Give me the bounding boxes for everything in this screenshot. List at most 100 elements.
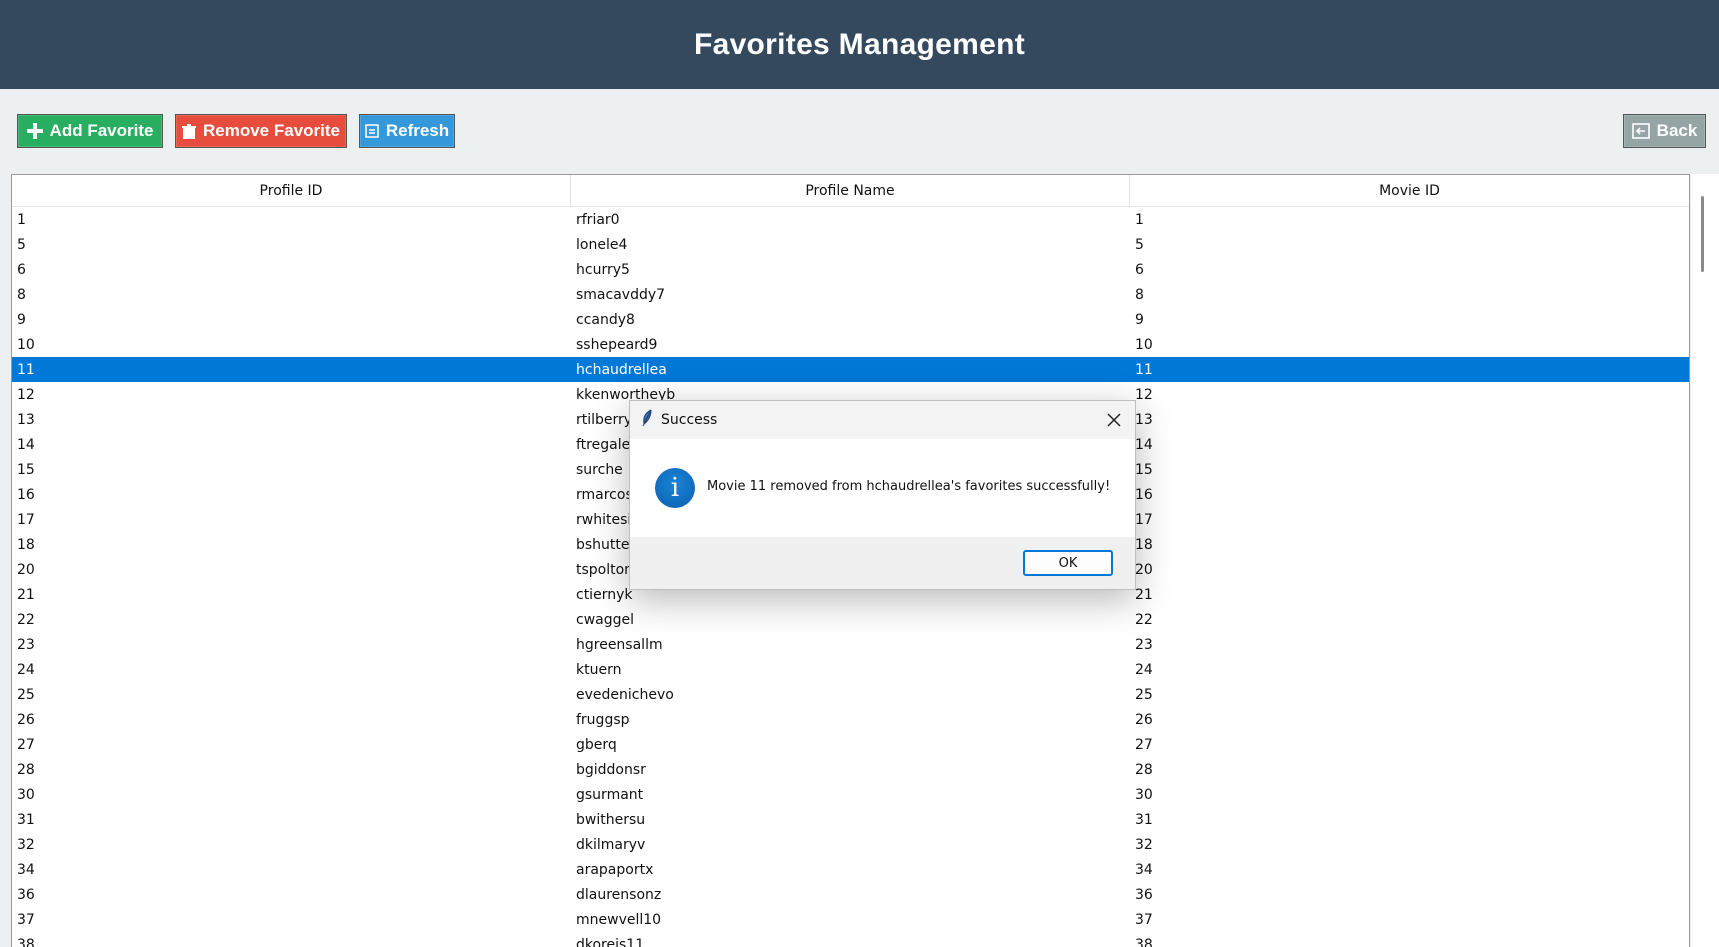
scrollbar-thumb[interactable] xyxy=(1701,196,1704,272)
add-favorite-label: Add Favorite xyxy=(49,121,154,140)
dialog-footer: OK xyxy=(630,537,1135,589)
table-row[interactable]: 11 hchaudrellea 11 xyxy=(12,357,1689,382)
cell-profile-id: 1 xyxy=(17,211,26,228)
cell-profile-id: 38 xyxy=(17,936,35,947)
add-favorite-button[interactable]: Add Favorite xyxy=(17,114,163,148)
refresh-button[interactable]: Refresh xyxy=(359,114,455,148)
app-header: Favorites Management xyxy=(0,0,1719,89)
cell-profile-name: gberq xyxy=(576,736,617,753)
cell-profile-id: 27 xyxy=(17,736,35,753)
cell-profile-name: cwaggel xyxy=(576,611,635,628)
cell-movie-id: 30 xyxy=(1135,786,1153,803)
cell-profile-id: 37 xyxy=(17,911,35,928)
cell-movie-id: 14 xyxy=(1135,436,1153,453)
cell-profile-name: hcurry5 xyxy=(576,261,630,278)
table-row[interactable]: 22 cwaggel 22 xyxy=(12,607,1689,632)
cell-movie-id: 17 xyxy=(1135,511,1153,528)
table-row[interactable]: 26 fruggsp 26 xyxy=(12,707,1689,732)
cell-movie-id: 8 xyxy=(1135,286,1144,303)
cell-movie-id: 13 xyxy=(1135,411,1153,428)
back-button[interactable]: Back xyxy=(1623,114,1706,148)
back-arrow-icon xyxy=(1631,123,1650,139)
cell-profile-id: 8 xyxy=(17,286,26,303)
column-header-movie-id[interactable]: Movie ID xyxy=(1130,175,1689,206)
cell-movie-id: 27 xyxy=(1135,736,1153,753)
cell-profile-id: 6 xyxy=(17,261,26,278)
cell-profile-id: 28 xyxy=(17,761,35,778)
table-row[interactable]: 9 ccandy8 9 xyxy=(12,307,1689,332)
cell-profile-name: fruggsp xyxy=(576,711,630,728)
cell-profile-id: 18 xyxy=(17,536,35,553)
cell-profile-name: dlaurensonz xyxy=(576,886,662,903)
table-row[interactable]: 5 lonele4 5 xyxy=(12,232,1689,257)
cell-movie-id: 38 xyxy=(1135,936,1153,947)
cell-movie-id: 5 xyxy=(1135,236,1144,253)
cell-movie-id: 6 xyxy=(1135,261,1144,278)
cell-profile-id: 23 xyxy=(17,636,35,653)
cell-profile-id: 32 xyxy=(17,836,35,853)
cell-profile-id: 31 xyxy=(17,811,35,828)
table-row[interactable]: 31 bwithersu 31 xyxy=(12,807,1689,832)
cell-movie-id: 25 xyxy=(1135,686,1153,703)
cell-profile-id: 22 xyxy=(17,611,35,628)
cell-movie-id: 11 xyxy=(1135,361,1153,378)
column-header-profile-id[interactable]: Profile ID xyxy=(12,175,571,206)
table-row[interactable]: 24 ktuern 24 xyxy=(12,657,1689,682)
dialog-titlebar: Success xyxy=(630,401,1135,439)
table-row[interactable]: 37 mnewvell10 37 xyxy=(12,907,1689,932)
table-row[interactable]: 30 gsurmant 30 xyxy=(12,782,1689,807)
cell-profile-name: ktuern xyxy=(576,661,622,678)
ok-button[interactable]: OK xyxy=(1023,550,1113,576)
table-row[interactable]: 6 hcurry5 6 xyxy=(12,257,1689,282)
table-row[interactable]: 36 dlaurensonz 36 xyxy=(12,882,1689,907)
cell-movie-id: 12 xyxy=(1135,386,1153,403)
cell-profile-name: hchaudrellea xyxy=(576,361,667,378)
cell-profile-name: bwithersu xyxy=(576,811,646,828)
cell-movie-id: 36 xyxy=(1135,886,1153,903)
table-scrollbar[interactable] xyxy=(1691,174,1719,947)
dialog-message: Movie 11 removed from hchaudrellea's fav… xyxy=(707,479,1111,494)
close-icon[interactable] xyxy=(1099,405,1129,435)
cell-profile-name: rfriar0 xyxy=(576,211,620,228)
table-row[interactable]: 8 smacavddy7 8 xyxy=(12,282,1689,307)
table-row[interactable]: 25 evedenichevo 25 xyxy=(12,682,1689,707)
cell-profile-id: 5 xyxy=(17,236,26,253)
table-row[interactable]: 38 dkoreis11 38 xyxy=(12,932,1689,947)
trash-icon xyxy=(182,123,196,139)
dialog-title: Success xyxy=(661,412,718,428)
cell-profile-name: evedenichevo xyxy=(576,686,674,703)
table-row[interactable]: 27 gberq 27 xyxy=(12,732,1689,757)
cell-profile-name: lonele4 xyxy=(576,236,628,253)
cell-profile-id: 17 xyxy=(17,511,35,528)
cell-profile-id: 14 xyxy=(17,436,35,453)
cell-profile-id: 16 xyxy=(17,486,35,503)
table-row[interactable]: 34 arapaportx 34 xyxy=(12,857,1689,882)
remove-favorite-label: Remove Favorite xyxy=(203,121,340,140)
refresh-label: Refresh xyxy=(385,121,450,140)
cell-movie-id: 18 xyxy=(1135,536,1153,553)
cell-profile-id: 13 xyxy=(17,411,35,428)
cell-profile-name: dkoreis11 xyxy=(576,936,645,947)
table-row[interactable]: 32 dkilmaryv 32 xyxy=(12,832,1689,857)
plus-icon xyxy=(26,123,43,139)
cell-movie-id: 24 xyxy=(1135,661,1153,678)
cell-movie-id: 10 xyxy=(1135,336,1153,353)
cell-profile-id: 11 xyxy=(17,361,35,378)
table-row[interactable]: 28 bgiddonsr 28 xyxy=(12,757,1689,782)
cell-movie-id: 26 xyxy=(1135,711,1153,728)
cell-movie-id: 23 xyxy=(1135,636,1153,653)
cell-profile-id: 24 xyxy=(17,661,35,678)
column-header-profile-name[interactable]: Profile Name xyxy=(571,175,1130,206)
dialog-body: i Movie 11 removed from hchaudrellea's f… xyxy=(630,439,1135,537)
table-header: Profile ID Profile Name Movie ID xyxy=(12,175,1689,207)
cell-movie-id: 15 xyxy=(1135,461,1153,478)
table-row[interactable]: 10 sshepeard9 10 xyxy=(12,332,1689,357)
cell-profile-name: gsurmant xyxy=(576,786,644,803)
table-row[interactable]: 1 rfriar0 1 xyxy=(12,207,1689,232)
back-label: Back xyxy=(1656,121,1698,140)
table-row[interactable]: 23 hgreensallm 23 xyxy=(12,632,1689,657)
remove-favorite-button[interactable]: Remove Favorite xyxy=(175,114,347,148)
cell-movie-id: 1 xyxy=(1135,211,1144,228)
cell-movie-id: 16 xyxy=(1135,486,1153,503)
feather-icon xyxy=(641,409,653,431)
